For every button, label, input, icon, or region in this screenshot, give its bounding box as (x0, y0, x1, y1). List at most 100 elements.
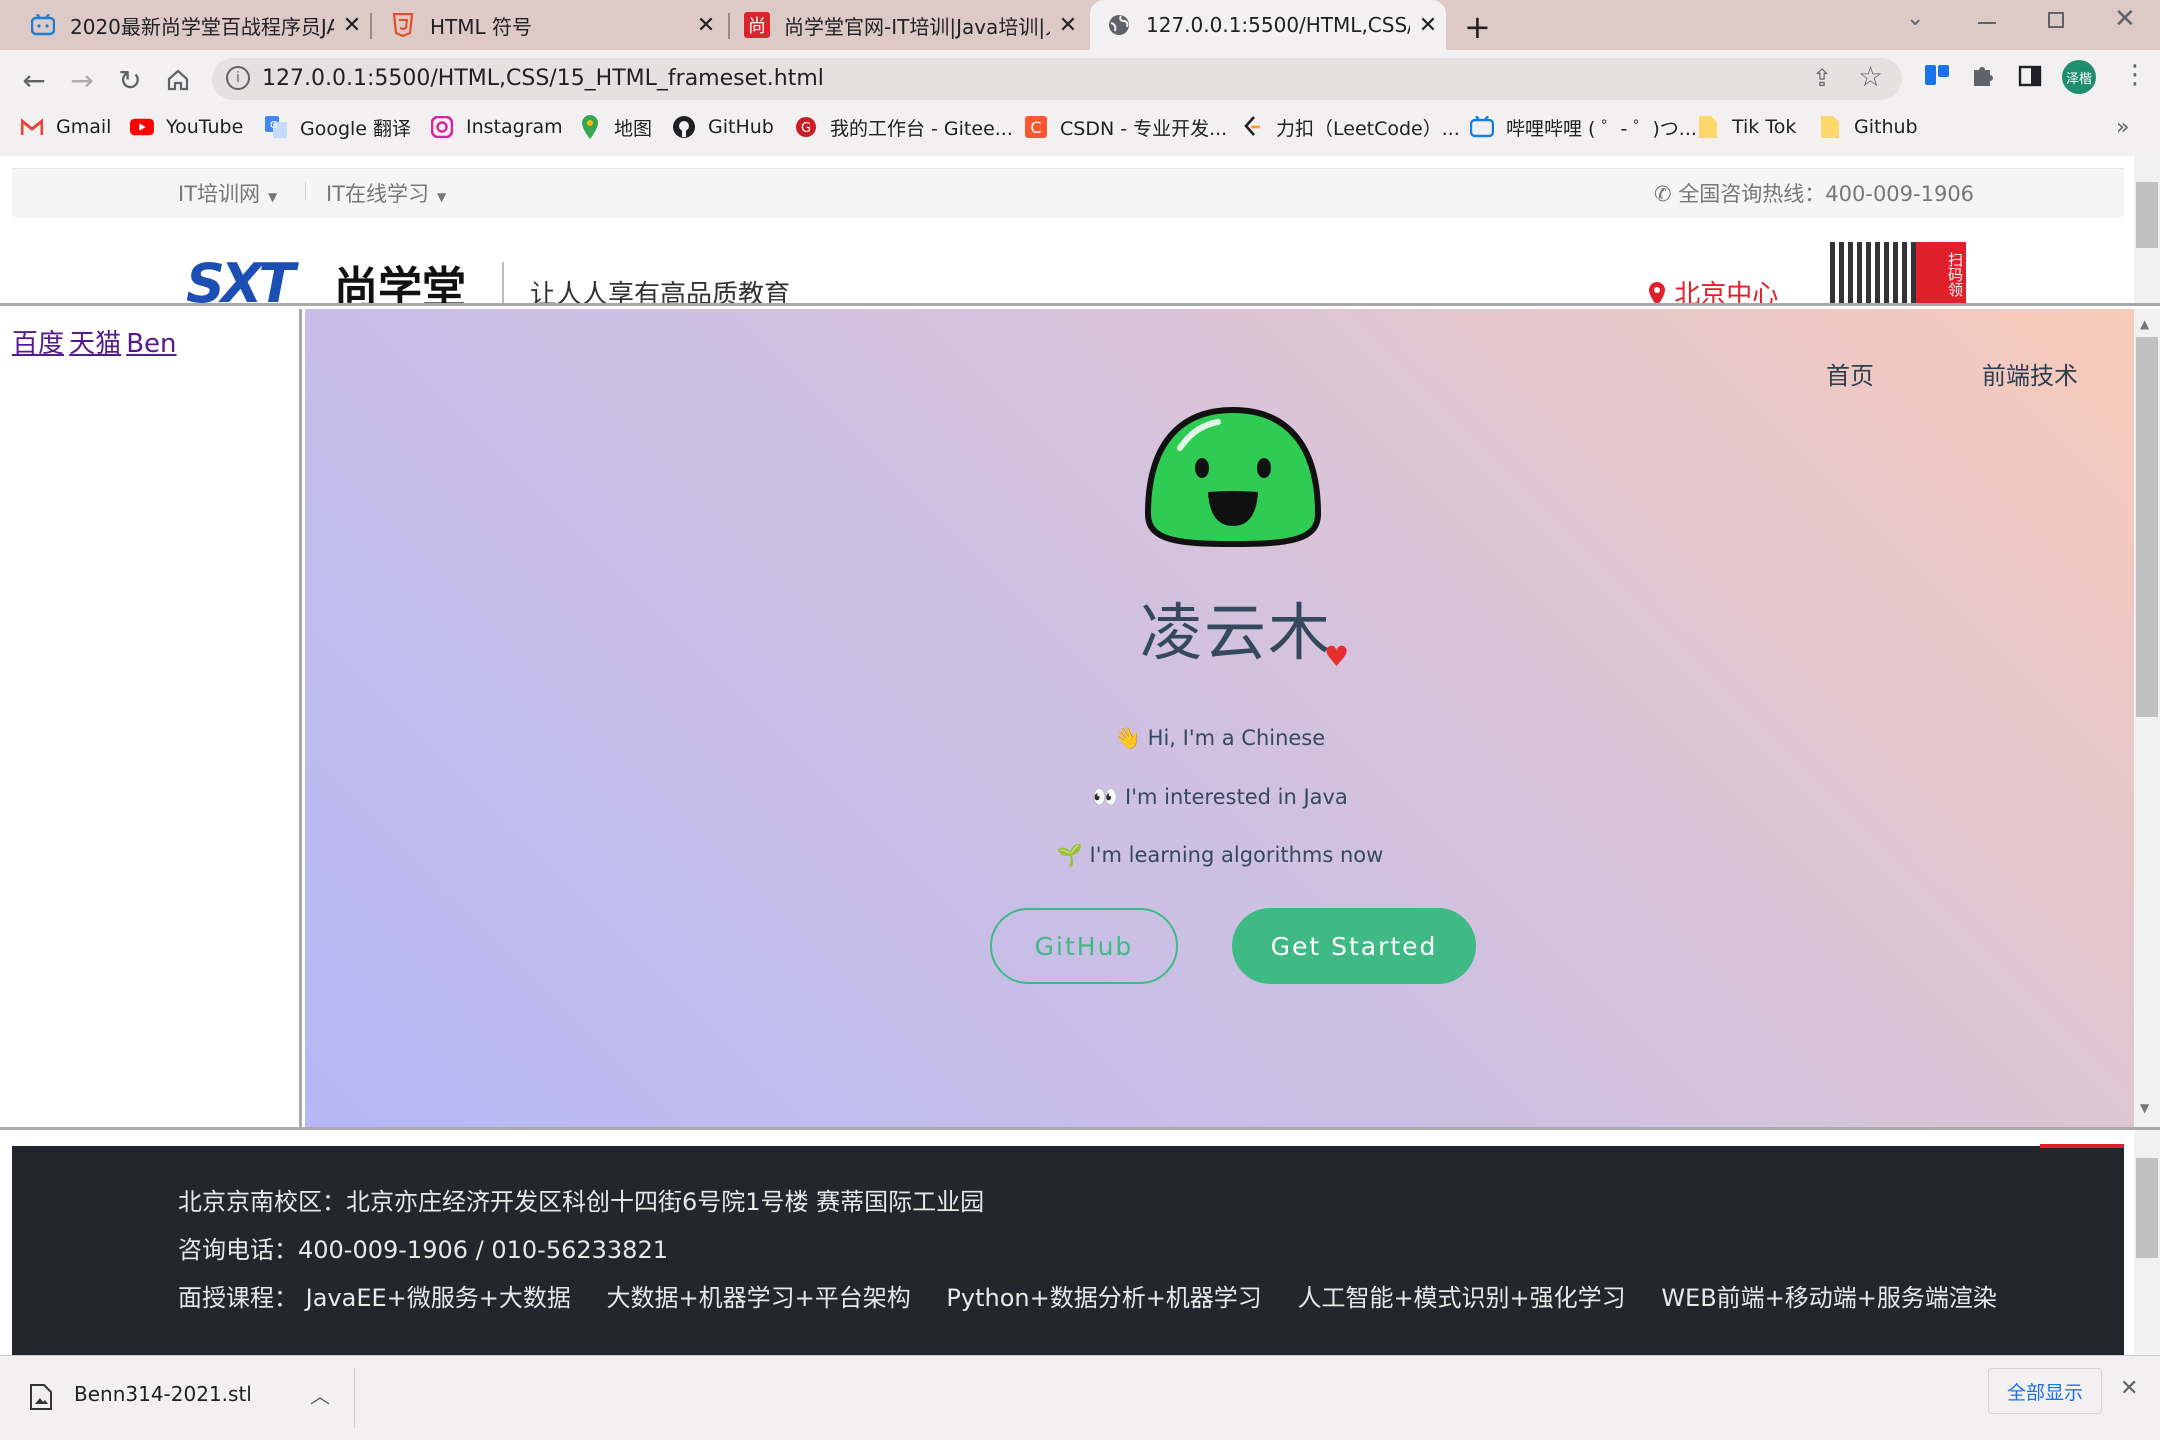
folder-icon (1818, 115, 1842, 139)
window-close-icon[interactable]: ✕ (2114, 4, 2136, 34)
trello-extension-icon[interactable] (1924, 64, 1950, 94)
footer-accent-bar (2040, 1144, 2124, 1148)
download-bar: Benn314-2021.stl ︿ 全部显示 ✕ (0, 1355, 2160, 1440)
restore-icon[interactable] (2048, 12, 2064, 28)
scroll-up-arrow-icon[interactable]: ▲ (2140, 317, 2149, 331)
bookmark-youtube[interactable]: YouTube (130, 112, 243, 142)
hotline: ✆ 全国咨询热线：400-009-1906 (1654, 178, 1974, 208)
nav-label: IT在线学习 (326, 182, 430, 206)
home-icon[interactable] (158, 60, 198, 100)
tab-sxt-official[interactable]: 尚 尚学堂官网-IT培训|Java培训|人工 ✕ (730, 0, 1086, 50)
slogan: 让人人享有高品质教育 (530, 280, 791, 306)
qr-label: 扫码领 (1916, 242, 1966, 303)
scroll-thumb[interactable] (2136, 337, 2158, 717)
seedling-emoji: 🌱 (1056, 843, 1083, 867)
link-ben[interactable]: Ben (126, 329, 176, 359)
close-icon[interactable]: ✕ (1410, 13, 1446, 38)
bilibili-icon (30, 12, 56, 38)
intro-text: I'm learning algorithms now (1089, 843, 1384, 867)
scroll-thumb[interactable] (2136, 1158, 2158, 1258)
download-divider (354, 1368, 355, 1428)
bookmark-maps[interactable]: 地图 (578, 112, 652, 142)
top-frame-scrollbar[interactable] (2134, 156, 2160, 303)
main-frame-scrollbar[interactable]: ▲ ▼ (2134, 309, 2160, 1127)
bookmark-github[interactable]: GitHub (672, 112, 774, 142)
bookmark-csdn[interactable]: C CSDN - 专业开发... (1024, 112, 1227, 142)
csdn-icon: C (1024, 115, 1048, 139)
course-item[interactable]: WEB前端+移动端+服务端渲染 (1661, 1284, 1997, 1312)
location-selector[interactable]: 北京中心 (1648, 274, 1778, 303)
extensions-puzzle-icon[interactable] (1970, 62, 1996, 95)
close-download-bar-icon[interactable]: ✕ (2120, 1376, 2138, 1401)
bilibili-icon (1470, 115, 1494, 139)
get-started-button[interactable]: Get Started (1232, 908, 1476, 984)
bookmark-label: 力扣（LeetCode）... (1276, 117, 1460, 140)
bottom-frame-scrollbar[interactable] (2134, 1130, 2160, 1358)
minimize-icon[interactable] (1978, 22, 1996, 24)
link-baidu[interactable]: 百度 (12, 329, 64, 359)
bookmark-leetcode[interactable]: 力扣（LeetCode）... (1240, 112, 1460, 142)
close-icon[interactable]: ✕ (334, 13, 370, 38)
tab-frameset-active[interactable]: 127.0.0.1:5500/HTML,CSS/15_H ✕ (1090, 0, 1446, 50)
file-icon (30, 1384, 52, 1414)
link-tmall[interactable]: 天猫 (69, 329, 121, 359)
menu-dots-icon[interactable]: ⋮ (2122, 60, 2148, 90)
tab-search-chevron-icon[interactable]: ⌄ (1906, 6, 1924, 31)
scroll-thumb[interactable] (2136, 182, 2158, 248)
leetcode-icon (1240, 115, 1264, 139)
profile-avatar[interactable]: 泽楷 (2062, 60, 2096, 94)
close-icon[interactable]: ✕ (688, 13, 724, 38)
course-item[interactable]: JavaEE+微服务+大数据 (306, 1284, 571, 1312)
reload-icon[interactable]: ↻ (110, 60, 150, 100)
sxt-logo-name[interactable]: 尚学堂 (334, 252, 466, 303)
course-item[interactable]: 大数据+机器学习+平台架构 (607, 1284, 911, 1312)
bookmark-gitee[interactable]: G 我的工作台 - Gitee... (794, 112, 1013, 142)
bookmark-label: Instagram (466, 116, 563, 138)
logo-divider (502, 262, 504, 303)
bookmark-gmail[interactable]: Gmail (20, 112, 111, 142)
new-tab-icon[interactable]: + (1464, 8, 1491, 46)
tab-title: 2020最新尚学堂百战程序员JAVA (70, 14, 334, 39)
chevron-up-icon[interactable]: ︿ (310, 1380, 330, 1409)
course-item[interactable]: 人工智能+模式识别+强化学习 (1297, 1284, 1625, 1312)
close-icon[interactable]: ✕ (1050, 13, 1086, 38)
bookmark-label: Tik Tok (1732, 116, 1797, 138)
more-bookmarks-icon[interactable]: » (2116, 112, 2129, 142)
svg-text:G: G (270, 120, 278, 131)
site-info-icon[interactable]: i (226, 66, 250, 90)
bookmark-label: GitHub (708, 116, 774, 138)
share-icon[interactable]: ⇪ (1812, 64, 1832, 92)
download-filename[interactable]: Benn314-2021.stl (74, 1382, 252, 1406)
tab-bilibili[interactable]: 2020最新尚学堂百战程序员JAVA ✕ (0, 0, 370, 50)
nav-it-online[interactable]: IT在线学习 ▼ (326, 178, 446, 208)
phone-icon: ✆ (1654, 182, 1679, 206)
location-pin-icon (1648, 280, 1674, 303)
forward-arrow-icon[interactable]: → (62, 60, 102, 100)
bookmark-github-folder[interactable]: Github (1818, 112, 1918, 142)
bookmark-label: Gmail (56, 116, 112, 138)
nav-it-training[interactable]: IT培训网 ▼ (178, 178, 277, 208)
url-text[interactable]: 127.0.0.1:5500/HTML,CSS/15_HTML_frameset… (262, 60, 824, 98)
footer-courses: 面授课程： JavaEE+微服务+大数据 大数据+机器学习+平台架构 Pytho… (178, 1278, 1997, 1313)
wave-emoji: 👋 (1114, 726, 1141, 750)
back-arrow-icon[interactable]: ← (14, 60, 54, 100)
tab-title: 尚学堂官网-IT培训|Java培训|人工 (784, 14, 1050, 39)
star-bookmark-icon[interactable]: ☆ (1858, 60, 1883, 93)
course-item[interactable]: Python+数据分析+机器学习 (946, 1284, 1261, 1312)
nav-frontend[interactable]: 前端技术 (1982, 356, 2078, 391)
sxt-logo-mark[interactable]: SXT (186, 252, 295, 303)
side-panel-icon[interactable] (2018, 64, 2042, 92)
show-all-button[interactable]: 全部显示 (1988, 1368, 2102, 1414)
tab-title: HTML 符号 (430, 14, 533, 39)
gitee-icon: G (794, 115, 818, 139)
scroll-down-arrow-icon[interactable]: ▼ (2140, 1101, 2149, 1115)
nav-home[interactable]: 首页 (1826, 356, 1874, 391)
bookmark-google-translate[interactable]: G Google 翻译 (264, 112, 411, 142)
bookmark-bilibili[interactable]: 哔哩哔哩 ( ゜- ゜)つ... (1470, 112, 1697, 142)
tab-html-symbols[interactable]: HTML 符号 ✕ (372, 0, 724, 50)
github-button[interactable]: GitHub (990, 908, 1178, 984)
bookmark-instagram[interactable]: Instagram (430, 112, 563, 142)
bookmark-tiktok[interactable]: Tik Tok (1696, 112, 1796, 142)
top-frame: IT培训网 ▼ IT在线学习 ▼ ✆ 全国咨询热线：400-009-1906 SXT… (0, 156, 2160, 306)
left-frame: 百度 天猫 Ben (0, 309, 302, 1127)
